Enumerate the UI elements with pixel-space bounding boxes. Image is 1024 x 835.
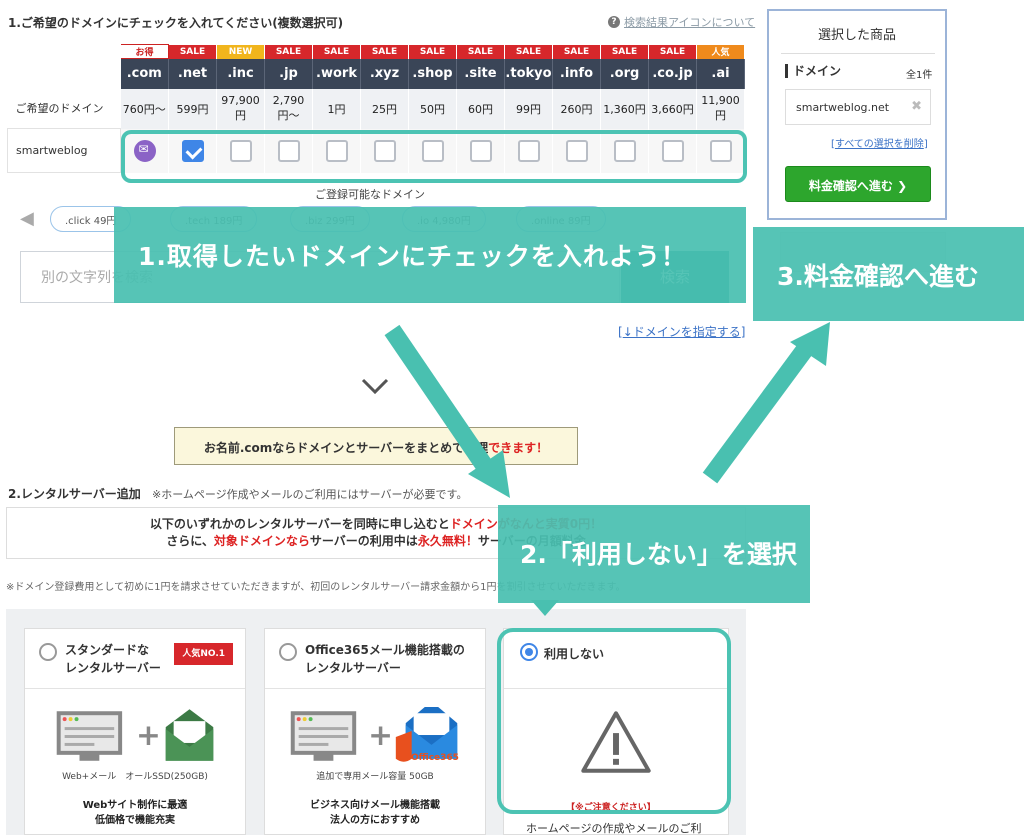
arrow-head-2 (790, 322, 830, 366)
plan-head: Office365メール機能搭載の レンタルサーバー (265, 629, 485, 689)
tld-badge: SALE (264, 44, 313, 59)
cart-domain-label: ドメイン (785, 64, 841, 78)
specify-domain-link[interactable]: [↓ドメインを指定する] (618, 323, 745, 340)
help-link-label: 検索結果アイコンについて (624, 16, 756, 29)
tld-badge: SALE (600, 44, 649, 59)
cart-item-name: smartweblog.net (796, 101, 890, 114)
office365-logo-text: Office365 (411, 753, 459, 763)
tld-price: 11,900円 (696, 88, 745, 129)
cart-title: 選択した商品 (817, 28, 896, 43)
plan-standard-desc: Webサイト制作に最適 低価格で機能充実 (82, 800, 188, 826)
info-line2-b: 対象ドメインなら (213, 534, 310, 548)
plan-office365-title: Office365メール機能搭載の レンタルサーバー (305, 643, 465, 675)
info-line2-d: 永久無料！ (417, 534, 478, 548)
tld-header: .ai (696, 58, 745, 89)
plan-office365-caption: 追加で専用メール容量 50GB (316, 772, 434, 782)
tld-price: 99円 (504, 88, 553, 129)
cart-panel: 選択した商品 ドメイン 全1件 smartweblog.net ✖ [すべての選… (767, 9, 947, 220)
tld-badge: SALE (168, 44, 217, 59)
tld-price: 260円 (552, 88, 601, 129)
tld-price: 2,790円〜 (264, 88, 313, 129)
proceed-to-price-button[interactable]: 料金確認へ進む ❯ (785, 166, 931, 202)
plan-office365-radio[interactable] (279, 643, 297, 661)
section1-title: 1.ご希望のドメインにチェックを入れてください(複数選択可) (8, 16, 344, 30)
tld-badge: SALE (312, 44, 361, 59)
section2-title: 2.レンタルサーバー追加 (8, 487, 141, 501)
tld-header: .co.jp (648, 58, 697, 89)
domain-name-label: smartweblog (7, 128, 121, 173)
tld-header: .shop (408, 58, 457, 89)
promo-text: お名前.comならドメインとサーバーをまとめて管理 (203, 441, 489, 455)
delete-all-label: すべての選択を削除 (834, 139, 924, 150)
tld-badge: SALE (504, 44, 553, 59)
web-mail-illustration: + (56, 709, 214, 761)
cart-count: 全1件 (906, 70, 933, 81)
promo-emph: できます！ (488, 441, 549, 455)
tld-header: .info (552, 58, 601, 89)
info-line1-a: 以下のいずれかのレンタルサーバーを同時に申し込むと (149, 517, 450, 531)
tld-header: .inc (216, 58, 265, 89)
plan-none-footer: ホームページの作成やメールのご利 (526, 822, 702, 835)
cart-item: smartweblog.net ✖ (785, 89, 931, 125)
question-icon: ? (608, 16, 620, 28)
svg-text:+: + (136, 718, 161, 753)
tld-price: 599円 (168, 88, 217, 129)
table-corner (7, 44, 121, 59)
tld-header: .org (600, 58, 649, 89)
tld-badge: SALE (408, 44, 457, 59)
tld-price: 97,900円 (216, 88, 265, 129)
tld-header: .work (312, 58, 361, 89)
arrow-step2-to-step3 (702, 342, 814, 484)
registrable-label: ご登録可能なドメイン (315, 188, 425, 201)
help-link[interactable]: ? 検索結果アイコンについて (608, 14, 755, 30)
specify-domain-label: ↓ドメインを指定する (622, 325, 741, 339)
section2-note: ※ホームページ作成やメールのご利用にはサーバーが必要です。 (152, 488, 468, 501)
tld-price: 1,360円 (600, 88, 649, 129)
plan-office365-desc: ビジネス向けメール機能搭載 法人の方におすすめ (310, 800, 440, 826)
plan-standard-radio[interactable] (39, 643, 57, 661)
tld-header: .jp (264, 58, 313, 89)
tld-badge: お得 (120, 44, 169, 59)
checkbox-highlight (121, 130, 747, 183)
cart-divider (781, 53, 935, 54)
popular-badge: 人気NO.1 (174, 643, 233, 665)
table-corner-2 (7, 58, 121, 89)
info-line2-a: さらに、 (166, 534, 214, 548)
plan-standard[interactable]: スタンダードな レンタルサーバー 人気NO.1 + Web+メール オールSSD… (24, 628, 246, 835)
tld-price: 60円 (456, 88, 505, 129)
delete-all-link[interactable]: [すべての選択を削除] (831, 135, 928, 150)
tld-badge: SALE (456, 44, 505, 59)
tld-header: .tokyo (504, 58, 553, 89)
close-icon[interactable]: ✖ (911, 99, 922, 114)
info-line2-c: サーバーの利用中は (309, 534, 418, 548)
chevron-down-icon[interactable] (360, 371, 390, 401)
promo-banner: お名前.comならドメインとサーバーをまとめて管理できます！ (174, 427, 578, 465)
tld-header: .xyz (360, 58, 409, 89)
tld-price: 760円〜 (120, 88, 169, 129)
proceed-label: 料金確認へ進む (808, 179, 893, 193)
tld-badge: SALE (360, 44, 409, 59)
tld-header: .net (168, 58, 217, 89)
tld-header: .com (120, 58, 169, 89)
tld-price: 25円 (360, 88, 409, 129)
callout-step3: 3.料金確認へ進む (753, 227, 1024, 321)
tld-price: 1円 (312, 88, 361, 129)
tld-badge: NEW (216, 44, 265, 59)
tld-price: 3,660円 (648, 88, 697, 129)
tld-price: 50円 (408, 88, 457, 129)
plan-head: スタンダードな レンタルサーバー 人気NO.1 (25, 629, 245, 689)
callout-step1: 1.取得したいドメインにチェックを入れよう！ (114, 207, 746, 303)
tld-badge: SALE (552, 44, 601, 59)
price-row-label: ご希望のドメイン (7, 88, 121, 129)
chevron-right-icon: ❯ (897, 179, 908, 193)
svg-text:+: + (368, 718, 393, 753)
plan-office365[interactable]: Office365メール機能搭載の レンタルサーバー + Office365 追… (264, 628, 486, 835)
callout-step2-tail (531, 600, 559, 616)
plan-none-highlight (497, 628, 731, 814)
callout-step2: 2.「利用しない」を選択 (498, 505, 810, 603)
plan-standard-caption: Web+メール オールSSD(250GB) (62, 772, 208, 782)
tld-badge: SALE (648, 44, 697, 59)
tld-badge: 人気 (696, 44, 745, 59)
tld-header: .site (456, 58, 505, 89)
